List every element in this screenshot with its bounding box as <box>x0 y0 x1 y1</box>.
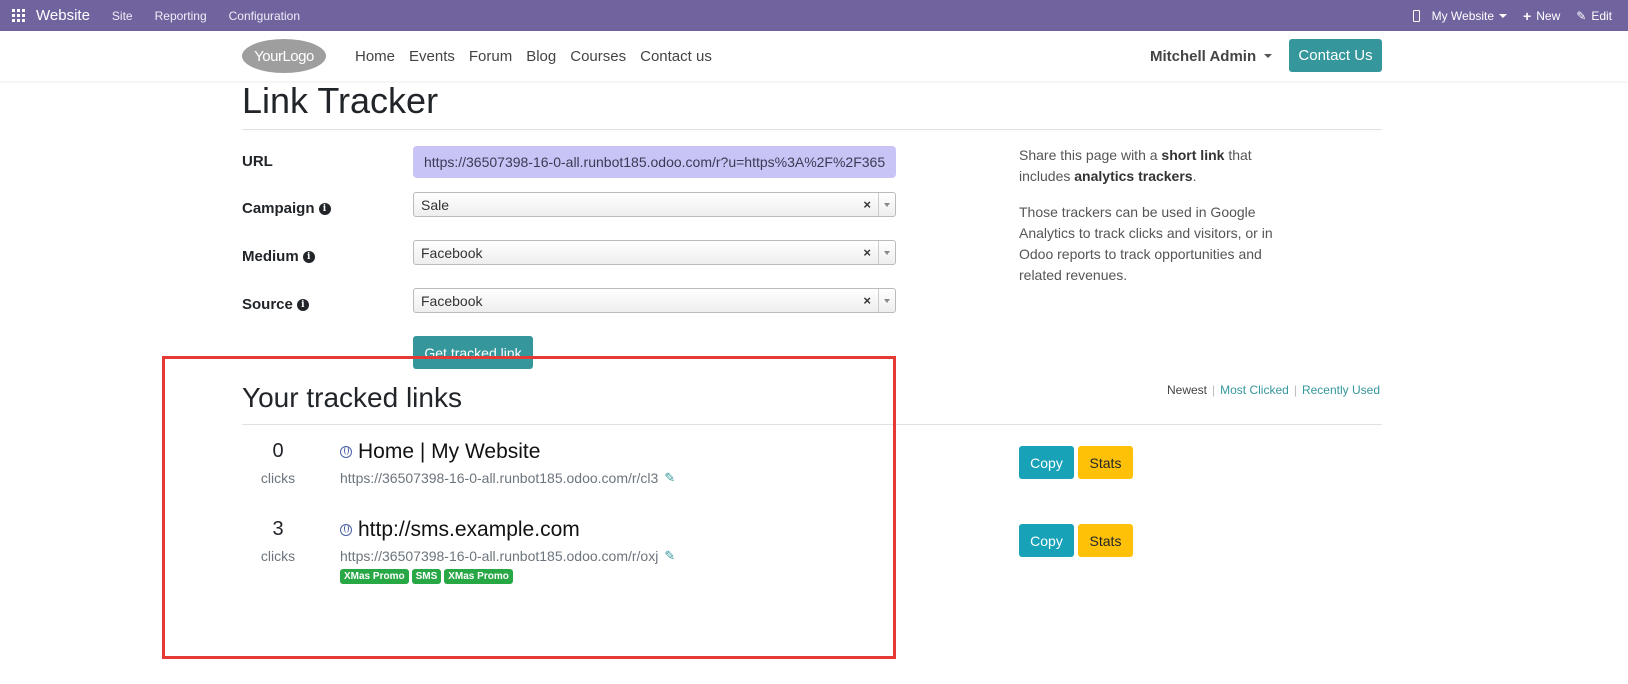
link-clicks-label: clicks <box>260 470 296 486</box>
link-title: Home | My Website <box>340 440 540 464</box>
tag-badge: SMS <box>411 569 442 584</box>
globe-icon <box>340 524 352 536</box>
contact-us-button[interactable]: Contact Us <box>1289 39 1382 72</box>
campaign-label: Campaign i <box>242 200 331 217</box>
link-title: http://sms.example.com <box>340 518 580 542</box>
page-title: Link Tracker <box>242 80 439 121</box>
info-icon[interactable]: i <box>302 250 315 263</box>
divider: | <box>1293 383 1297 397</box>
title-divider <box>242 129 1382 130</box>
divider: | <box>1212 383 1216 397</box>
copy-button[interactable]: Copy <box>1019 524 1074 557</box>
menu-configuration[interactable]: Configuration <box>229 9 300 23</box>
link-clicks-count: 0 <box>272 440 284 462</box>
url-label: URL <box>242 153 273 170</box>
clear-icon[interactable]: × <box>863 293 871 308</box>
help-text-1: Share this page with a short link that i… <box>1019 147 1252 184</box>
nav-contact-us[interactable]: Contact us <box>640 48 712 65</box>
pencil-icon: ✎ <box>1576 8 1587 23</box>
chevron-down-icon <box>1264 54 1273 58</box>
source-value: Facebook <box>421 292 483 309</box>
help-text-2: Those trackers can be used in Google Ana… <box>1019 204 1273 283</box>
pencil-icon[interactable]: ✎ <box>664 548 675 564</box>
short-url-text[interactable]: https://36507398-16-0-all.runbot185.odoo… <box>340 470 658 486</box>
sort-newest[interactable]: Newest <box>1167 383 1207 397</box>
logo-text: YourLogo <box>254 47 314 65</box>
stats-button[interactable]: Stats <box>1078 446 1133 479</box>
medium-label: Medium i <box>242 248 315 265</box>
dropdown-toggle[interactable] <box>878 241 895 264</box>
app-name[interactable]: Website <box>36 7 90 24</box>
menu-reporting[interactable]: Reporting <box>155 9 207 23</box>
campaign-value: Sale <box>421 196 450 213</box>
mobile-preview-icon[interactable] <box>1412 9 1420 22</box>
site-logo[interactable]: YourLogo <box>242 39 326 73</box>
tag-badge: XMas Promo <box>340 569 409 584</box>
link-clicks-count: 3 <box>272 518 284 540</box>
tracked-links-title: Your tracked links <box>242 382 462 413</box>
website-selector[interactable]: My Website <box>1431 8 1508 23</box>
edit-button-label: Edit <box>1591 8 1612 23</box>
chevron-down-icon <box>884 202 890 207</box>
new-button-label: New <box>1536 8 1561 23</box>
sort-options: Newest | Most Clicked | Recently Used <box>1167 383 1380 397</box>
clear-icon[interactable]: × <box>863 245 871 260</box>
stats-button[interactable]: Stats <box>1078 524 1133 557</box>
chevron-down-icon <box>884 250 890 255</box>
nav-home[interactable]: Home <box>355 48 395 65</box>
medium-value: Facebook <box>421 244 483 261</box>
info-icon[interactable]: i <box>296 298 309 311</box>
link-title-text: http://sms.example.com <box>358 518 580 541</box>
campaign-select[interactable]: Sale × <box>413 192 896 217</box>
chevron-down-icon <box>1499 13 1508 18</box>
tracked-divider <box>242 424 1382 425</box>
copy-button[interactable]: Copy <box>1019 446 1074 479</box>
nav-forum[interactable]: Forum <box>469 48 512 65</box>
sort-most-clicked[interactable]: Most Clicked <box>1220 383 1289 397</box>
site-navbar: YourLogo Home Events Forum Blog Courses … <box>0 31 1628 81</box>
clear-icon[interactable]: × <box>863 197 871 212</box>
tag-badge: XMas Promo <box>444 569 513 584</box>
link-tags: XMas Promo SMS XMas Promo <box>340 569 513 584</box>
nav-events[interactable]: Events <box>409 48 455 65</box>
link-title-text: Home | My Website <box>358 440 541 463</box>
link-short-url: https://36507398-16-0-all.runbot185.odoo… <box>340 470 675 486</box>
edit-button[interactable]: ✎ Edit <box>1576 9 1612 23</box>
user-menu[interactable]: Mitchell Admin <box>1150 31 1273 81</box>
source-select[interactable]: Facebook × <box>413 288 896 313</box>
user-name: Mitchell Admin <box>1150 47 1257 65</box>
nav-blog[interactable]: Blog <box>526 48 556 65</box>
admin-topbar: Website Site Reporting Configuration My … <box>0 0 1628 31</box>
link-clicks-label: clicks <box>260 548 296 564</box>
link-short-url: https://36507398-16-0-all.runbot185.odoo… <box>340 548 675 564</box>
short-url-text[interactable]: https://36507398-16-0-all.runbot185.odoo… <box>340 548 658 564</box>
website-selector-label: My Website <box>1431 8 1495 23</box>
globe-icon <box>340 446 352 458</box>
nav-courses[interactable]: Courses <box>570 48 626 65</box>
chevron-down-icon <box>884 298 890 303</box>
medium-select[interactable]: Facebook × <box>413 240 896 265</box>
source-label: Source i <box>242 296 309 313</box>
pencil-icon[interactable]: ✎ <box>664 470 675 486</box>
menu-site[interactable]: Site <box>112 9 133 23</box>
new-button[interactable]: + New <box>1523 8 1560 24</box>
plus-icon: + <box>1523 7 1532 24</box>
dropdown-toggle[interactable] <box>878 289 895 312</box>
info-icon[interactable]: i <box>318 202 331 215</box>
get-tracked-link-button[interactable]: Get tracked link <box>413 336 533 369</box>
sort-recently-used[interactable]: Recently Used <box>1302 383 1380 397</box>
dropdown-toggle[interactable] <box>878 193 895 216</box>
url-input[interactable]: https://36507398-16-0-all.runbot185.odoo… <box>413 146 896 178</box>
apps-menu-icon[interactable] <box>0 0 36 31</box>
